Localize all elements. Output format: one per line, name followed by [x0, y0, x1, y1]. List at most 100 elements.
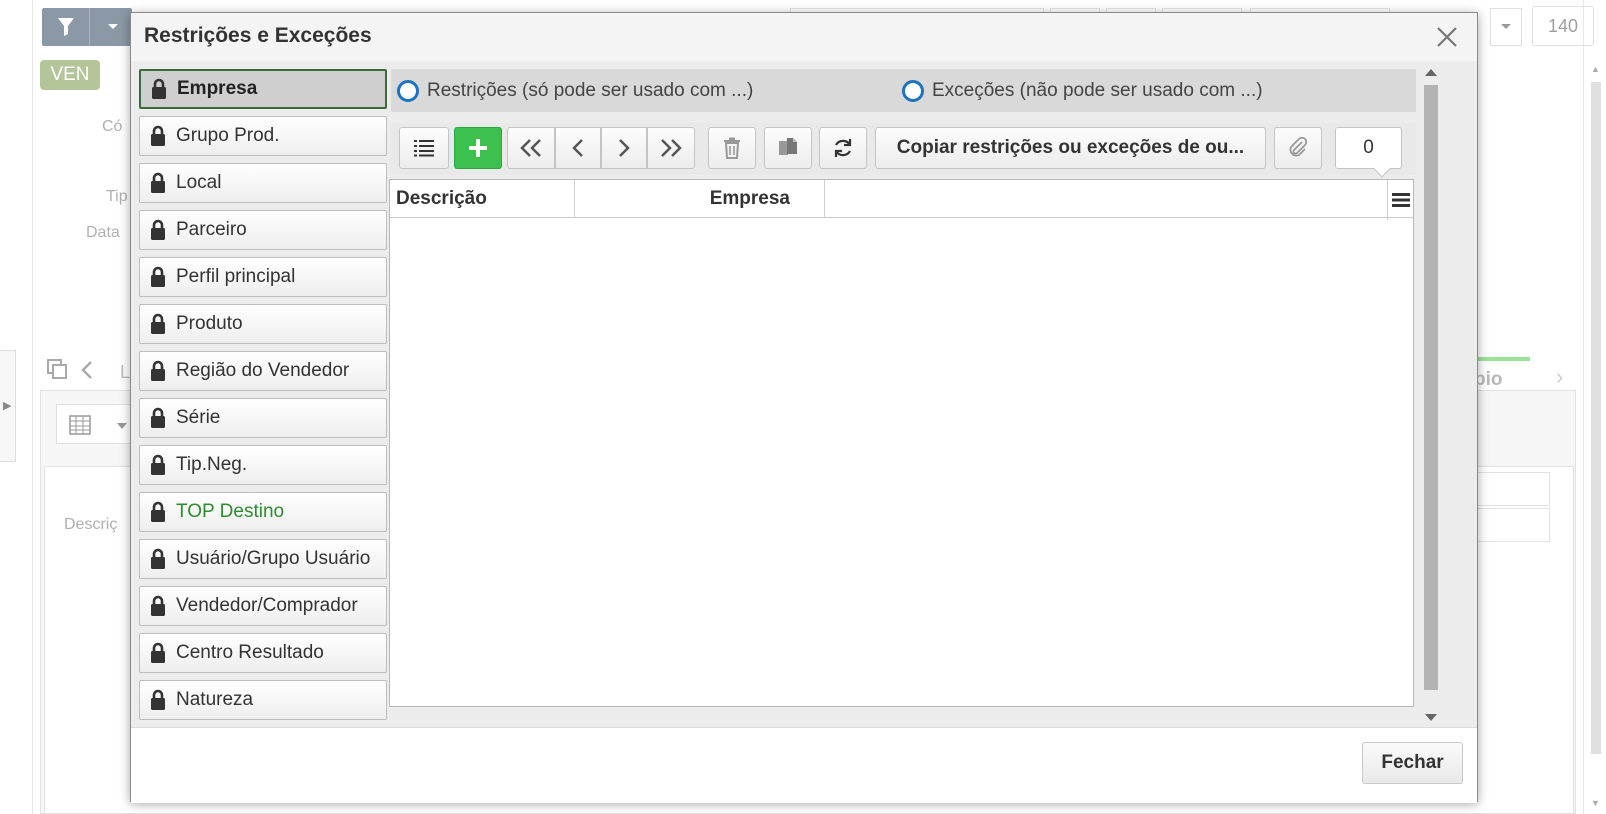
category-button[interactable]: Tip.Neg.: [139, 445, 387, 485]
text-field[interactable]: [1470, 472, 1550, 506]
category-list: Empresa Grupo Prod. Local Parceiro Perfil pr…: [139, 69, 387, 727]
first-page-icon: [520, 139, 541, 157]
category-button[interactable]: Parceiro: [139, 210, 387, 250]
lock-icon: [151, 548, 165, 569]
lock-icon: [151, 360, 165, 381]
column-menu-button[interactable]: [1387, 180, 1413, 220]
record-count: 0: [1363, 137, 1374, 158]
category-button[interactable]: TOP Destino: [139, 492, 387, 532]
dropdown-button[interactable]: [1490, 8, 1522, 46]
grid-toolbar: Copiar restrições ou exceções de ou... 0: [391, 123, 1416, 178]
list-view-button[interactable]: [399, 127, 449, 169]
last-page-icon: [661, 139, 682, 157]
delete-button[interactable]: [708, 127, 756, 169]
attach-button[interactable]: [1274, 127, 1322, 169]
prev-button[interactable]: [555, 127, 601, 169]
duplicate-button[interactable]: [764, 127, 812, 169]
last-page-button[interactable]: [647, 127, 695, 169]
scroll-down-icon[interactable]: [1425, 714, 1437, 721]
category-label: Natureza: [176, 689, 254, 710]
filter-button[interactable]: [42, 8, 132, 46]
category-button[interactable]: Usuário/Grupo Usuário: [139, 539, 387, 579]
category-button[interactable]: Vendedor/Comprador: [139, 586, 387, 626]
category-button[interactable]: Natureza: [139, 680, 387, 720]
column-header-empresa[interactable]: Empresa: [576, 180, 824, 218]
radio-circle[interactable]: [397, 79, 419, 102]
side-panel-toggle[interactable]: ▶: [0, 350, 16, 462]
refresh-button[interactable]: [819, 127, 867, 169]
add-button[interactable]: [454, 127, 502, 169]
column-separator[interactable]: [574, 180, 575, 218]
category-label: Produto: [176, 313, 243, 334]
scroll-up-icon[interactable]: [1425, 69, 1437, 76]
grid-header: Descrição Empresa: [390, 180, 1413, 218]
radio-restricoes[interactable]: Restrições (só pode ser usado com ...): [397, 69, 753, 112]
refresh-icon: [834, 139, 852, 157]
tab-label-partial: L: [120, 362, 131, 382]
chevron-down-icon: [1501, 24, 1511, 29]
field-label: Tip: [106, 188, 128, 205]
field-label: Có: [102, 118, 123, 135]
category-label: Grupo Prod.: [176, 125, 280, 146]
lock-icon: [151, 266, 165, 287]
category-button[interactable]: Região do Vendedor: [139, 351, 387, 391]
restrictions-modal: Restrições e Exceções Empresa Grupo Prod.…: [130, 12, 1478, 803]
close-icon: [1437, 27, 1457, 47]
first-page-button[interactable]: [507, 127, 555, 169]
category-button[interactable]: Centro Resultado: [139, 633, 387, 673]
lock-icon: [151, 125, 165, 146]
table-icon: [69, 415, 91, 435]
category-button[interactable]: Perfil principal: [139, 257, 387, 297]
category-button[interactable]: Local: [139, 163, 387, 203]
category-label: Parceiro: [176, 219, 247, 240]
category-button[interactable]: Produto: [139, 304, 387, 344]
record-count-field[interactable]: 140: [1532, 6, 1594, 46]
scroll-up-icon: ▲: [1591, 64, 1600, 74]
column-header-descricao[interactable]: Descrição: [396, 180, 572, 218]
lock-icon: [151, 172, 165, 193]
tab-controls[interactable]: L: [46, 359, 130, 390]
modal-scrollbar[interactable]: [1421, 61, 1441, 727]
category-label: Série: [176, 407, 221, 428]
counter-tip: [1373, 160, 1391, 178]
trash-icon: [724, 137, 740, 159]
copy-restrictions-button[interactable]: Copiar restrições ou exceções de ou...: [875, 127, 1266, 169]
hamburger-icon: [1391, 193, 1410, 207]
lock-icon: [151, 454, 165, 475]
lock-icon: [151, 313, 165, 334]
mode-selector: Restrições (só pode ser usado com ...) E…: [391, 69, 1416, 112]
chevron-right-icon[interactable]: ›: [1556, 364, 1563, 390]
modal-header: Restrições e Exceções: [131, 13, 1477, 61]
text-field[interactable]: [1470, 508, 1550, 542]
funnel-icon: [42, 8, 90, 46]
next-button[interactable]: [601, 127, 647, 169]
modal-body: Empresa Grupo Prod. Local Parceiro Perfil pr…: [131, 61, 1477, 727]
prev-icon: [572, 139, 583, 157]
copy-icon: [779, 138, 797, 155]
record-counter: 0: [1335, 127, 1402, 178]
expand-arrow-icon: ▶: [3, 400, 12, 412]
page-scrollbar[interactable]: ▲ ▼: [1588, 60, 1604, 814]
plus-icon: [469, 139, 487, 157]
category-label: Tip.Neg.: [176, 454, 248, 475]
column-separator[interactable]: [824, 180, 825, 218]
lock-icon: [151, 407, 165, 428]
category-label: TOP Destino: [176, 501, 285, 522]
modal-title: Restrições e Exceções: [144, 24, 372, 47]
radio-circle[interactable]: [902, 79, 924, 102]
category-label: Perfil principal: [176, 266, 296, 287]
grid-view-button[interactable]: [56, 404, 136, 444]
field-label: Data: [86, 224, 120, 241]
field-label: Descriç: [64, 516, 118, 533]
category-button[interactable]: Série: [139, 398, 387, 438]
lock-icon: [151, 595, 165, 616]
category-button[interactable]: Empresa: [139, 69, 387, 109]
close-button[interactable]: [1431, 21, 1463, 53]
scroll-thumb[interactable]: [1424, 85, 1438, 690]
fechar-button[interactable]: Fechar: [1362, 742, 1463, 784]
radio-excecoes[interactable]: Exceções (não pode ser usado com ...): [902, 69, 1263, 112]
lock-icon: [151, 501, 165, 522]
scroll-thumb[interactable]: [1591, 82, 1601, 754]
category-label: Região do Vendedor: [176, 360, 350, 381]
category-button[interactable]: Grupo Prod.: [139, 116, 387, 156]
